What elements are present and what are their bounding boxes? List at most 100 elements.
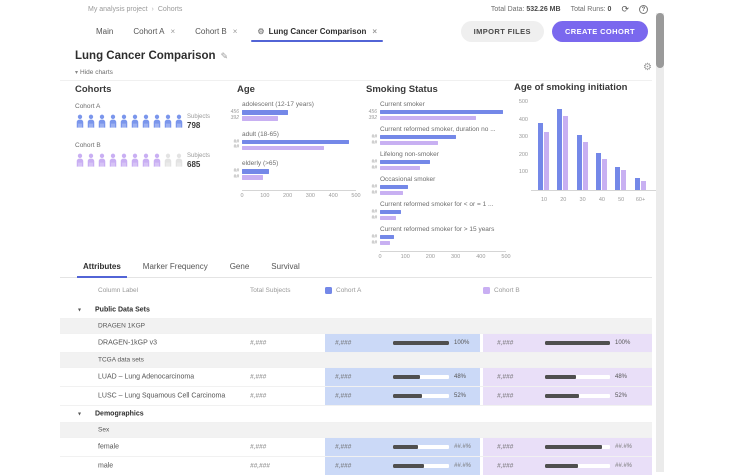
- bar-row: ####: [366, 185, 512, 197]
- table-row[interactable]: male##,####,#####.#%#,#####.#%: [60, 457, 652, 475]
- close-icon[interactable]: ×: [372, 27, 377, 36]
- close-icon[interactable]: ×: [233, 27, 238, 36]
- table-row[interactable]: female#,####,#####.#%#,#####.#%: [60, 438, 652, 457]
- title-row: Lung Cancer Comparison ✎: [75, 50, 228, 62]
- bar-row: ####: [226, 140, 364, 152]
- cohort-a-cell: #,### 100%: [325, 334, 480, 352]
- subjects-block: Subjects685: [187, 152, 210, 169]
- import-files-button[interactable]: IMPORT FILES: [461, 21, 544, 42]
- cohort-a-bar: [380, 210, 401, 214]
- scrollbar-thumb[interactable]: [656, 13, 664, 68]
- cell-percent: 100%: [454, 340, 469, 346]
- group-label: Demographics: [95, 411, 144, 418]
- create-cohort-button[interactable]: CREATE COHORT: [552, 21, 648, 42]
- caret-down-icon[interactable]: ▾: [78, 411, 81, 418]
- cell-percent: ##.#%: [454, 444, 471, 450]
- breadcrumb-cohorts[interactable]: Cohorts: [158, 6, 183, 13]
- close-icon[interactable]: ×: [170, 27, 175, 36]
- legend-cohort-a: Cohort A: [325, 287, 361, 294]
- person-icon: [75, 113, 85, 134]
- table-group-row[interactable]: ▾ Public Data Sets: [60, 302, 652, 319]
- cell-bar-fill: [393, 464, 424, 468]
- cell-bar-fill: [545, 464, 578, 468]
- edit-title-icon[interactable]: ✎: [221, 51, 229, 62]
- tab-lung-cancer-comparison[interactable]: ⚙Lung Cancer Comparison×: [249, 20, 385, 42]
- cohort-group-a: Cohort ASubjects798: [75, 103, 225, 134]
- smoking-chart-title: Smoking Status: [366, 84, 512, 95]
- person-icon: [152, 152, 162, 173]
- cell-value: #,###: [335, 374, 351, 381]
- bar-value-label: ##: [371, 141, 377, 147]
- vertical-scrollbar[interactable]: [656, 13, 664, 472]
- person-icon: [75, 152, 85, 173]
- person-icon: [141, 152, 151, 173]
- tab-gene[interactable]: Gene: [222, 256, 258, 277]
- table-row[interactable]: LUAD – Lung Adenocarcinoma#,####,###48%#…: [60, 368, 652, 387]
- bar-row: ####: [366, 210, 512, 222]
- total-subjects-value: #,###: [250, 374, 266, 381]
- bar-group: elderly (>65)####: [226, 160, 364, 181]
- person-icon: [163, 152, 173, 173]
- tab-cohort-b[interactable]: Cohort B×: [187, 20, 245, 42]
- tab-bar: Main Cohort A×Cohort B×⚙Lung Cancer Compa…: [88, 20, 648, 42]
- section-divider: [60, 80, 652, 81]
- tab-attributes[interactable]: Attributes: [75, 256, 129, 277]
- attributes-section: Attributes Marker Frequency GeneSurvival C…: [60, 256, 652, 475]
- x-axis-line: [531, 190, 656, 191]
- table-subgroup-row[interactable]: DRAGEN 1KGP: [60, 319, 652, 334]
- bar-category-label: Occasional smoker: [380, 176, 512, 183]
- cohort-a-bar: [635, 178, 640, 190]
- tab-label: Main: [96, 27, 113, 36]
- table-subgroup-row[interactable]: TCGA data sets: [60, 353, 652, 368]
- table-header: Column Label Total Subjects Cohort A Coh…: [60, 278, 652, 302]
- topbar-meta: Total Data: 532.26 MB Total Runs: 0 ⟳ ?: [491, 5, 648, 14]
- caret-down-icon[interactable]: ▾: [78, 307, 81, 314]
- cohort-people-icons: [75, 113, 183, 134]
- bar-category-label: Current reformed smoker for < or = 1 ...: [380, 201, 512, 208]
- person-icon: [86, 152, 96, 173]
- cohort-a-bar: [380, 185, 408, 189]
- help-icon[interactable]: ?: [639, 5, 648, 14]
- col-header-label: Column Label: [98, 287, 138, 294]
- cohort-b-bar: [242, 146, 324, 151]
- group-label: Public Data Sets: [95, 307, 150, 314]
- cohort-a-bar: [380, 135, 456, 139]
- cell-percent: 52%: [615, 393, 627, 399]
- x-axis: 0100200300400500: [242, 190, 356, 200]
- chart-settings-gear-icon[interactable]: ⚙: [643, 62, 652, 73]
- age-chart: Age adolescent (12-17 years)456392adult …: [226, 84, 364, 200]
- tab-main[interactable]: Main: [88, 20, 121, 42]
- bar-value-label: ##: [233, 145, 239, 151]
- bar-pair: [242, 110, 288, 122]
- table-subgroup-row[interactable]: Sex: [60, 423, 652, 438]
- bar-group: Current reformed smoker, duration no ...…: [366, 126, 512, 147]
- subjects-value: 798: [187, 121, 210, 130]
- x-axis-tick: 30: [580, 197, 586, 203]
- tab-marker-frequency[interactable]: Marker Frequency: [135, 256, 216, 277]
- breadcrumb-project[interactable]: My analysis project: [88, 6, 148, 13]
- bar-row: ####: [366, 135, 512, 147]
- tab-cohort-a[interactable]: Cohort A×: [125, 20, 183, 42]
- bar-row: 456392: [226, 110, 364, 122]
- total-runs-value: 0: [608, 6, 612, 13]
- hide-charts-toggle[interactable]: ▾Hide charts: [75, 69, 113, 76]
- bar-pair: [380, 235, 394, 247]
- table-group-row[interactable]: ▾ Demographics: [60, 406, 652, 423]
- table-row[interactable]: DRAGEN-1kGP v3#,####,###100%#,###100%: [60, 334, 652, 353]
- row-label: DRAGEN-1kGP v3: [98, 340, 157, 347]
- cohort-a-bar: [557, 109, 562, 190]
- cell-value: #,###: [497, 393, 513, 400]
- refresh-icon[interactable]: ⟳: [621, 5, 629, 14]
- bar-group: adult (18-65)####: [226, 131, 364, 152]
- tab-survival[interactable]: Survival: [263, 256, 307, 277]
- cohorts-heading: Cohorts: [75, 84, 225, 95]
- table-row[interactable]: LUSC – Lung Squamous Cell Carcinoma#,###…: [60, 387, 652, 406]
- person-icon: [119, 113, 129, 134]
- bar-category-label: Current smoker: [380, 101, 512, 108]
- bar-value-labels: ####: [366, 210, 380, 222]
- cohort-a-bar: [538, 123, 543, 190]
- cell-value: #,###: [335, 340, 351, 347]
- bar-value-labels: 456392: [366, 110, 380, 122]
- cohort-a-bar: [615, 167, 620, 190]
- person-icon: [97, 152, 107, 173]
